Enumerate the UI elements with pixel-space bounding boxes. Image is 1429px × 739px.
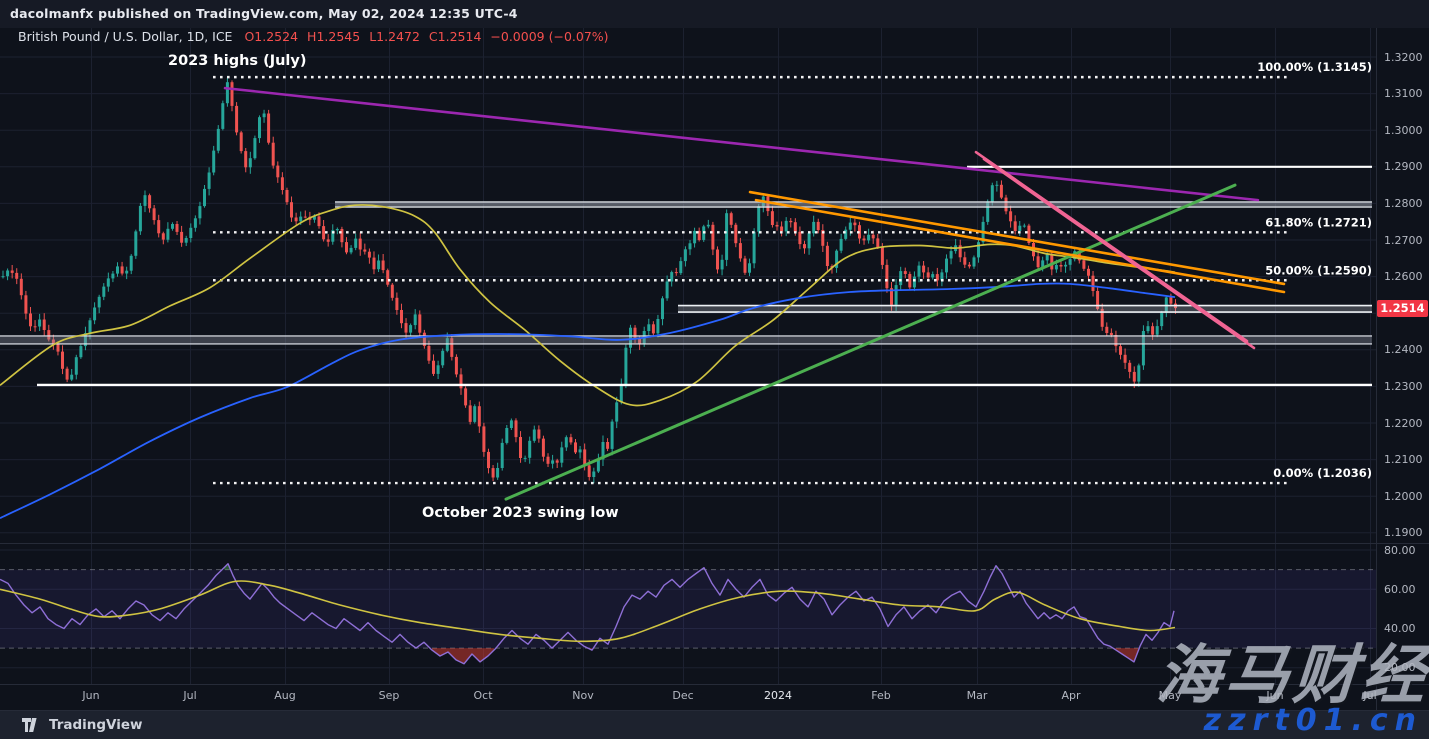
tradingview-logo-icon[interactable] bbox=[22, 718, 41, 732]
publish-info-text: dacolmanfx published on TradingView.com,… bbox=[10, 6, 518, 21]
ohlc-high: H1.2545 bbox=[307, 29, 360, 44]
symbol-title[interactable]: British Pound / U.S. Dollar, 1D, ICE bbox=[18, 29, 232, 44]
purple-downtrend-from-2023-high[interactable] bbox=[225, 88, 1258, 200]
zone-1.2510 bbox=[678, 306, 1372, 313]
tradingview-chart-page: dacolmanfx published on TradingView.com,… bbox=[0, 0, 1429, 739]
fib-level-label: 100.00% (1.3145) bbox=[1257, 60, 1372, 74]
zone-1.2800 bbox=[335, 202, 1372, 207]
price-change: −0.0009 (−0.07%) bbox=[490, 29, 608, 44]
rsi-band bbox=[0, 570, 1376, 649]
watermark-url: zzrt01.cn bbox=[1204, 704, 1423, 739]
annotation-label: October 2023 swing low bbox=[422, 505, 619, 521]
tradingview-logo-text[interactable]: TradingView bbox=[49, 717, 143, 733]
fib-retracement[interactable] bbox=[213, 77, 1288, 483]
ohlc-open: O1.2524 bbox=[244, 29, 298, 44]
fib-level-label: 61.80% (1.2721) bbox=[1265, 215, 1372, 229]
ohlc-close: C1.2514 bbox=[429, 29, 481, 44]
fib-level-label: 50.00% (1.2590) bbox=[1265, 263, 1372, 277]
fib-level-label: 0.00% (1.2036) bbox=[1273, 466, 1372, 480]
candles-layer bbox=[2, 78, 1178, 484]
publish-info-bar: dacolmanfx published on TradingView.com,… bbox=[0, 0, 1429, 28]
ohlc-low: L1.2472 bbox=[369, 29, 420, 44]
zone-1.2425 bbox=[0, 336, 1372, 344]
watermark-chinese: 海马财经 bbox=[1155, 644, 1429, 708]
pink-channel-lower[interactable] bbox=[984, 159, 1254, 348]
chart-annotations: 2023 highs (July) October 2023 swing low 1… bbox=[168, 53, 1372, 521]
annotation-label: 2023 highs (July) bbox=[168, 53, 306, 69]
price-zones[interactable] bbox=[0, 202, 1372, 344]
chart-canvas[interactable]: 2023 highs (July) October 2023 swing low 1… bbox=[0, 0, 1429, 739]
symbol-legend[interactable]: British Pound / U.S. Dollar, 1D, ICE O1.2… bbox=[18, 29, 609, 44]
